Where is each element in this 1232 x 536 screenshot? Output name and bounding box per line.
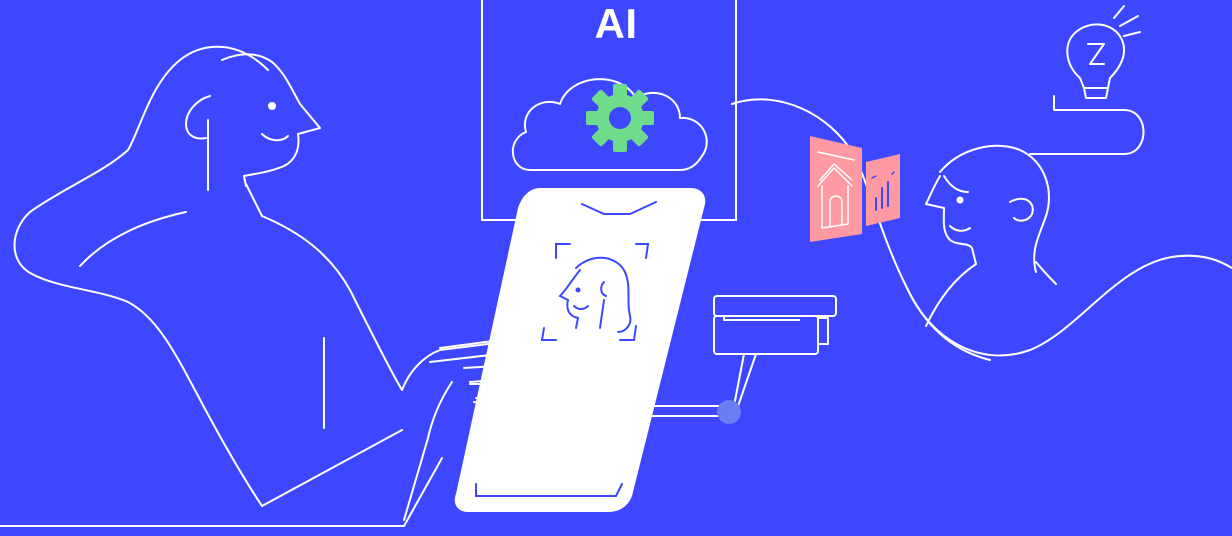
lightbulb-icon [1029, 5, 1145, 155]
gear-icon [586, 84, 654, 152]
man-figure [905, 144, 1232, 357]
floating-card-chart [866, 154, 900, 226]
smartphone [454, 188, 706, 512]
woman-figure [0, 45, 526, 527]
camera-device [652, 295, 837, 417]
floating-card-house [810, 136, 862, 242]
joint-dot [717, 400, 741, 424]
illustration [0, 0, 1232, 527]
